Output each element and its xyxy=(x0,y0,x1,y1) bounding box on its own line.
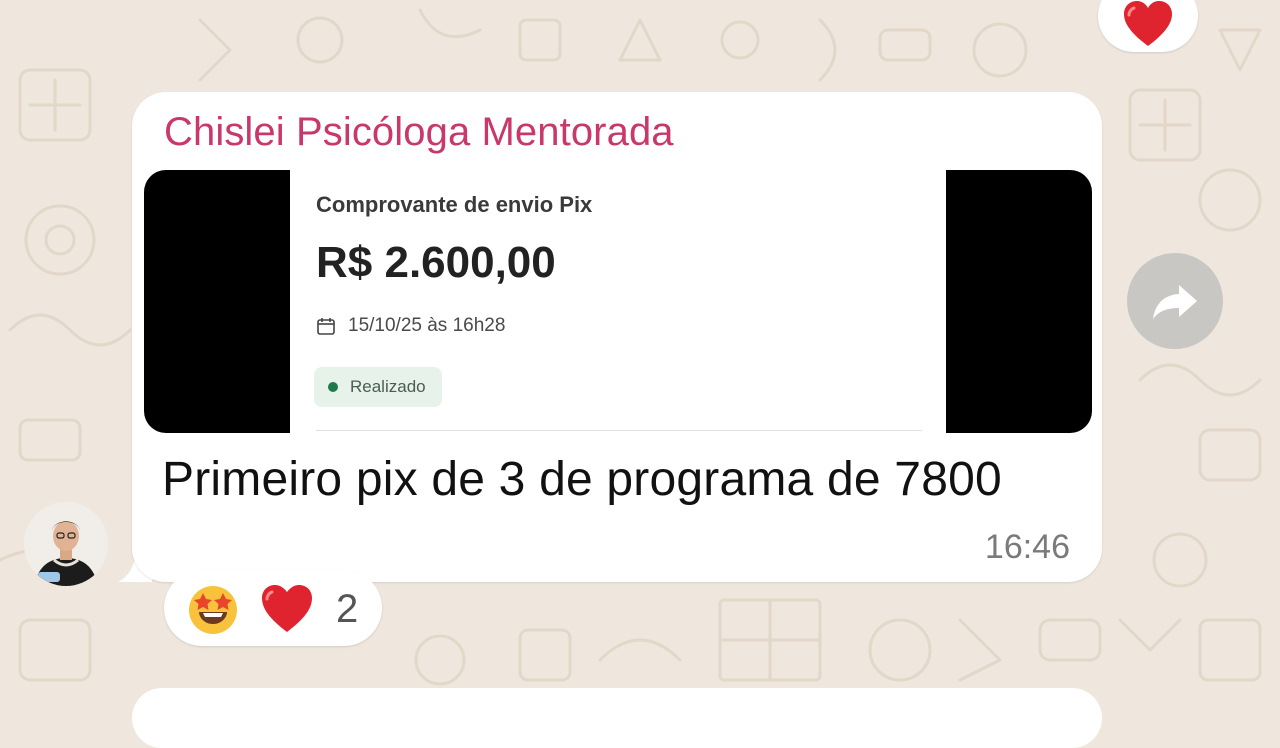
reactions-bar[interactable]: 2 xyxy=(164,570,382,646)
receipt-title: Comprovante de envio Pix xyxy=(316,192,593,217)
next-message-bubble[interactable] xyxy=(132,688,1102,748)
forward-arrow-icon xyxy=(1153,285,1197,319)
status-badge: Realizado xyxy=(314,367,442,407)
previous-message-reaction[interactable] xyxy=(1098,0,1198,52)
user-avatar xyxy=(24,502,108,586)
sender-avatar[interactable] xyxy=(24,502,108,586)
image-attachment[interactable]: Comprovante de envio Pix R$ 2.600,00 15/… xyxy=(144,170,1092,433)
message-text: Primeiro pix de 3 de programa de 7800 xyxy=(162,453,1002,506)
message-time: 16:46 xyxy=(984,528,1070,566)
calendar-icon xyxy=(317,318,335,335)
receipt-divider xyxy=(316,430,922,431)
red-heart-icon xyxy=(1124,1,1172,46)
star-struck-icon xyxy=(189,586,237,634)
message-bubble[interactable]: Chislei Psicóloga Mentorada Comprovante … xyxy=(132,92,1102,582)
sender-name[interactable]: Chislei Psicóloga Mentorada xyxy=(164,110,674,155)
status-dot-icon xyxy=(328,382,338,392)
status-label: Realizado xyxy=(350,377,426,396)
forward-button[interactable] xyxy=(1127,253,1223,349)
red-heart-icon xyxy=(262,585,312,632)
reaction-count: 2 xyxy=(336,587,359,631)
receipt-amount: R$ 2.600,00 xyxy=(316,238,556,287)
receipt-date: 15/10/25 às 16h28 xyxy=(348,315,506,336)
receipt-date-row: 15/10/25 às 16h28 xyxy=(316,315,505,337)
pix-receipt: Comprovante de envio Pix R$ 2.600,00 15/… xyxy=(290,170,946,433)
